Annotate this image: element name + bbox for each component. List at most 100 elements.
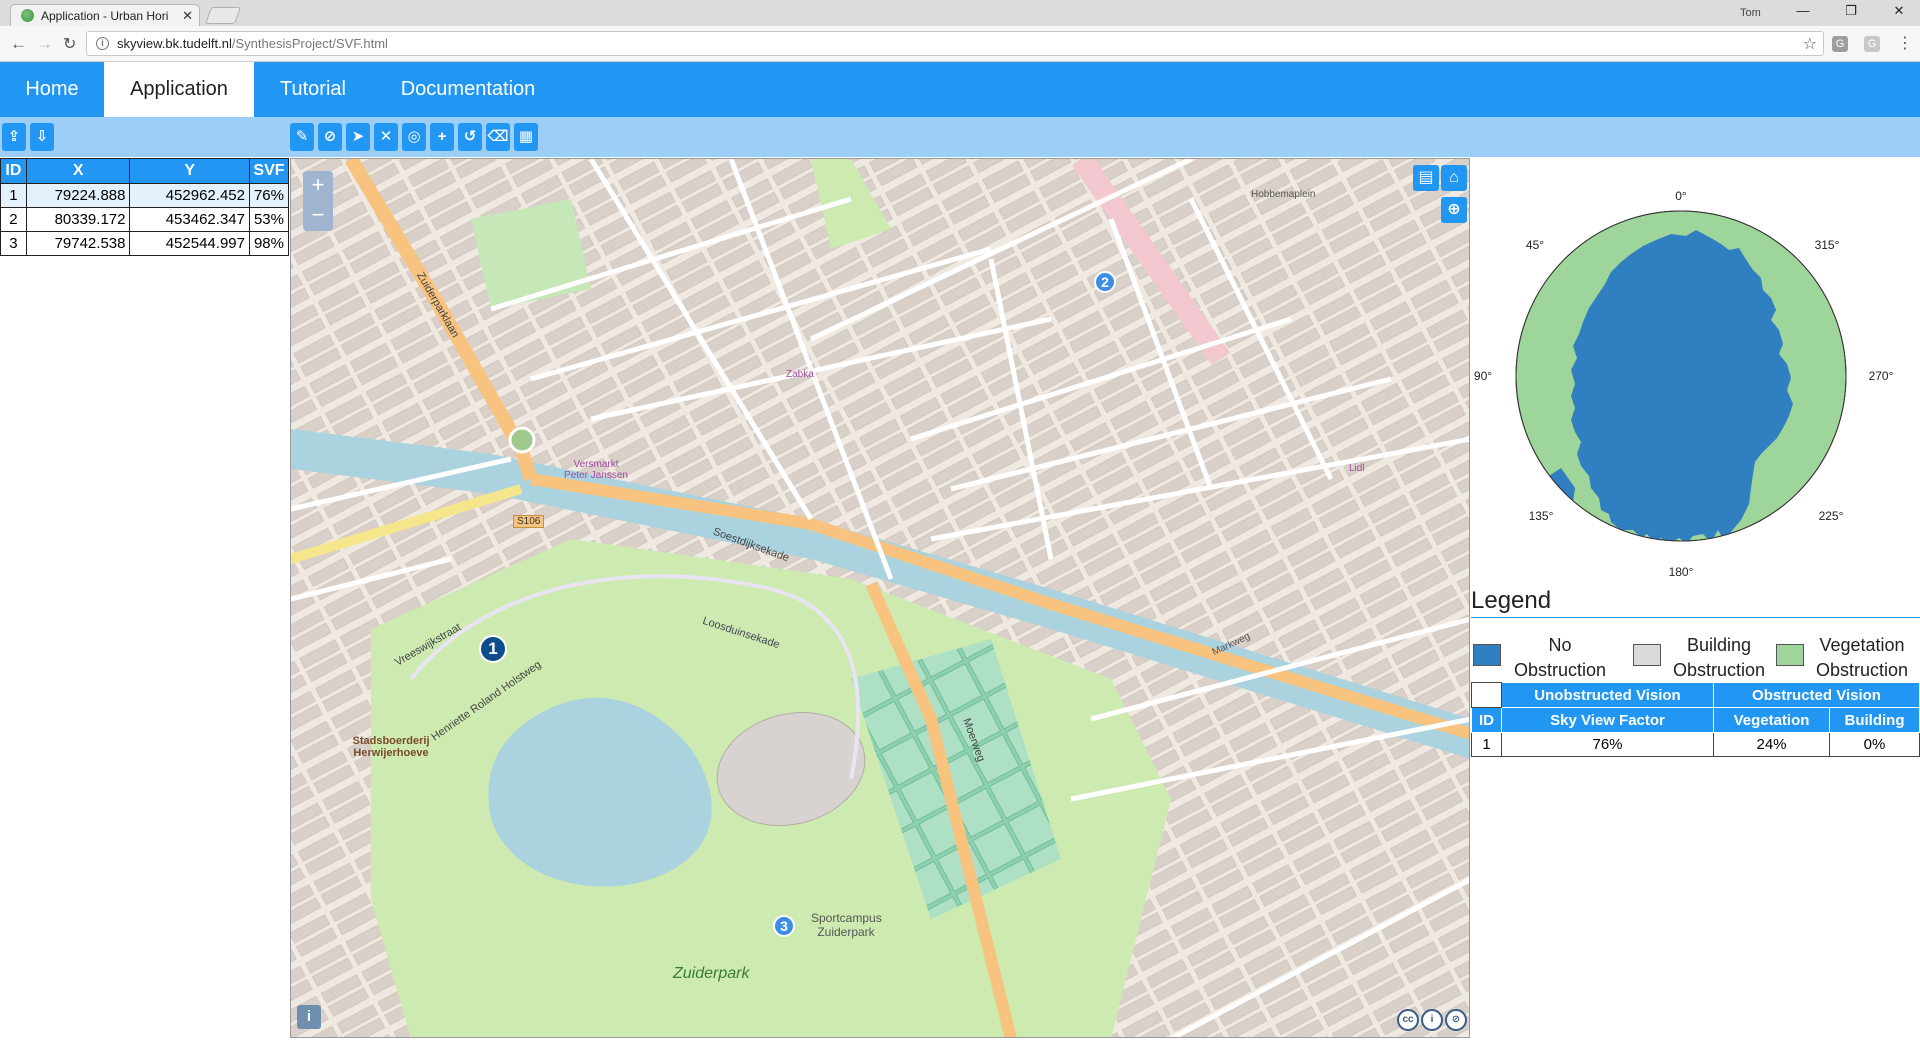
zoom-in-button[interactable]: + bbox=[303, 171, 333, 201]
cell-id: 3 bbox=[0, 231, 27, 256]
col-sky-view-factor: Sky View Factor bbox=[1501, 707, 1714, 733]
delete-icon[interactable]: ✕ bbox=[374, 123, 398, 151]
cc-icon[interactable]: cc bbox=[1397, 1009, 1419, 1031]
marker-3[interactable]: 3 bbox=[773, 915, 795, 937]
legend-swatch-sky bbox=[1473, 644, 1501, 666]
legend-label: Obstruction bbox=[1513, 660, 1607, 680]
nav-tab-application[interactable]: Application bbox=[104, 62, 254, 117]
label-stadsboerderij: Stadsboerderij Herwijerhoeve bbox=[352, 735, 430, 759]
hide-icon[interactable]: ◎ bbox=[402, 123, 426, 151]
label-hobbemaplein: Hobbemaplein bbox=[1251, 189, 1316, 200]
undo-icon[interactable]: ↺ bbox=[458, 123, 482, 151]
extension-g-icon[interactable]: G bbox=[1864, 36, 1880, 52]
cell-x: 79742.538 bbox=[25, 231, 131, 256]
roundabout bbox=[508, 426, 536, 454]
angle-label: 315° bbox=[1815, 238, 1840, 252]
nav-tab-documentation[interactable]: Documentation bbox=[380, 62, 556, 117]
locate-icon[interactable]: ⊕ bbox=[1441, 197, 1467, 223]
cell-x: 80339.172 bbox=[25, 207, 131, 232]
legend-title: Legend bbox=[1471, 587, 1552, 614]
cancel-icon[interactable]: ⊘ bbox=[318, 123, 342, 151]
attribution-icon[interactable]: i bbox=[1421, 1009, 1443, 1031]
legend-label: Vegetation bbox=[1819, 635, 1905, 655]
marker-1[interactable]: 1 bbox=[479, 635, 507, 663]
map-view[interactable]: Soestdijksekade Loosduinsekade Zuiderpar… bbox=[290, 158, 1470, 1038]
table-header-row: ID X Y SVF bbox=[0, 158, 290, 184]
cell-vegetation: 24% bbox=[1713, 732, 1830, 757]
map-canvas[interactable] bbox=[291, 159, 1470, 1038]
table-row: 1 76% 24% 0% bbox=[1471, 732, 1920, 757]
info-icon[interactable]: i bbox=[96, 37, 109, 50]
label-versmarkt: Versmarkt Peter Janssen bbox=[564, 459, 628, 481]
cell-y: 453462.347 bbox=[129, 207, 250, 232]
browser-tab[interactable]: Application - Urban Hori ✕ bbox=[10, 4, 200, 26]
url-path: /SynthesisProject/SVF.html bbox=[231, 36, 388, 51]
legend-swatch-building bbox=[1633, 644, 1661, 666]
label-lidl: Lidl bbox=[1349, 463, 1365, 474]
eraser-icon[interactable]: ⌫ bbox=[486, 123, 510, 151]
download-icon[interactable]: ⇩ bbox=[30, 123, 54, 151]
reload-icon[interactable]: ↻ bbox=[63, 34, 76, 54]
nav-tab-tutorial[interactable]: Tutorial bbox=[270, 62, 356, 117]
group-unobstructed: Unobstructed Vision bbox=[1501, 682, 1714, 708]
address-bar[interactable]: i skyview.bk.tudelft.nl/SynthesisProject… bbox=[86, 31, 1824, 56]
menu-dots-icon[interactable]: ⋮ bbox=[1897, 33, 1913, 53]
upload-icon[interactable]: ⇪ bbox=[2, 123, 26, 151]
zoom-out-button[interactable]: − bbox=[303, 201, 333, 231]
angle-label: 45° bbox=[1526, 238, 1544, 252]
back-icon[interactable]: ← bbox=[10, 34, 27, 54]
legend-label: Obstruction bbox=[1672, 660, 1766, 680]
col-building: Building bbox=[1829, 707, 1920, 733]
minimize-icon[interactable]: — bbox=[1788, 3, 1818, 23]
col-vegetation: Vegetation bbox=[1713, 707, 1830, 733]
pencil-icon[interactable]: ✎ bbox=[290, 123, 314, 151]
profile-name[interactable]: Tom bbox=[1740, 7, 1761, 19]
add-icon[interactable]: + bbox=[430, 123, 454, 151]
globe-icon bbox=[21, 9, 34, 22]
calculator-icon[interactable]: ▦ bbox=[514, 123, 538, 151]
close-tab-icon[interactable]: ✕ bbox=[182, 8, 193, 24]
url-host: skyview.bk.tudelft.nl bbox=[117, 36, 232, 51]
home-icon[interactable]: ⌂ bbox=[1441, 165, 1467, 191]
angle-label: 0° bbox=[1675, 189, 1687, 203]
marker-2[interactable]: 2 bbox=[1094, 271, 1116, 293]
table-row[interactable]: 1 79224.888 452962.452 76% bbox=[0, 183, 290, 208]
forward-icon[interactable]: → bbox=[36, 34, 53, 54]
label-zabka: Zabka bbox=[786, 369, 814, 380]
share-alike-icon[interactable]: ⊘ bbox=[1445, 1009, 1467, 1031]
cell-building: 0% bbox=[1829, 732, 1920, 757]
cell-y: 452962.452 bbox=[129, 183, 250, 208]
new-tab-button[interactable] bbox=[204, 7, 242, 24]
table-row[interactable]: 2 80339.172 453462.347 53% bbox=[0, 207, 290, 232]
close-window-icon[interactable]: ✕ bbox=[1884, 3, 1914, 23]
browser-toolbar: ← → ↻ i skyview.bk.tudelft.nl/SynthesisP… bbox=[0, 26, 1920, 62]
map-info-icon[interactable]: i bbox=[297, 1005, 321, 1029]
cell-svf: 76% bbox=[248, 183, 290, 208]
maximize-icon[interactable]: ❐ bbox=[1836, 3, 1866, 23]
col-y: Y bbox=[129, 158, 250, 184]
cell-svf: 53% bbox=[248, 207, 290, 232]
browser-tabbar: Application - Urban Hori ✕ Tom — ❐ ✕ bbox=[0, 0, 1920, 26]
angle-label: 90° bbox=[1474, 369, 1492, 383]
label-zuiderpark: Zuiderpark bbox=[673, 965, 750, 982]
table-group-row: Unobstructed Vision Obstructed Vision bbox=[1471, 682, 1920, 708]
angle-label: 225° bbox=[1819, 509, 1844, 523]
label-s106: S106 bbox=[513, 515, 545, 528]
cell-id: 1 bbox=[0, 183, 27, 208]
legend-swatch-vegetation bbox=[1776, 644, 1804, 666]
label-sportcampus: Sportcampus Zuiderpark bbox=[811, 911, 882, 939]
angle-label: 135° bbox=[1529, 509, 1554, 523]
sports-field bbox=[471, 199, 591, 309]
extension-icon[interactable]: G bbox=[1832, 36, 1848, 52]
bookmark-star-icon[interactable]: ☆ bbox=[1803, 34, 1817, 54]
table-row[interactable]: 3 79742.538 452544.997 98% bbox=[0, 231, 290, 256]
angle-label: 180° bbox=[1669, 565, 1694, 579]
col-id: ID bbox=[0, 158, 27, 184]
legend-item-building: Building Obstruction bbox=[1664, 633, 1774, 683]
nav-tab-home[interactable]: Home bbox=[0, 62, 104, 117]
sky-view-polar-plot: 0° 45° 315° 90° 270° 135° 225° 180° bbox=[1474, 189, 1894, 579]
cell-svf: 98% bbox=[248, 231, 290, 256]
cursor-icon[interactable]: ➤ bbox=[346, 123, 370, 151]
zoom-control: + − bbox=[303, 171, 333, 231]
map-layers-icon[interactable]: ▤ bbox=[1413, 165, 1439, 191]
